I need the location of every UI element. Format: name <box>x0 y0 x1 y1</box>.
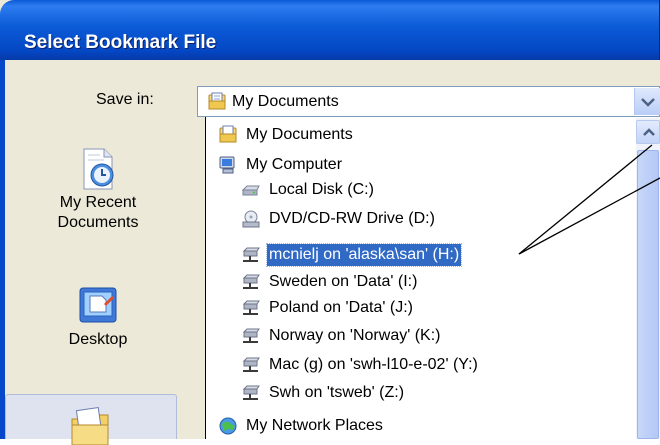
callout-lines <box>518 144 660 255</box>
select-bookmark-dialog: Select Bookmark File Save in: My Documen… <box>0 0 660 445</box>
